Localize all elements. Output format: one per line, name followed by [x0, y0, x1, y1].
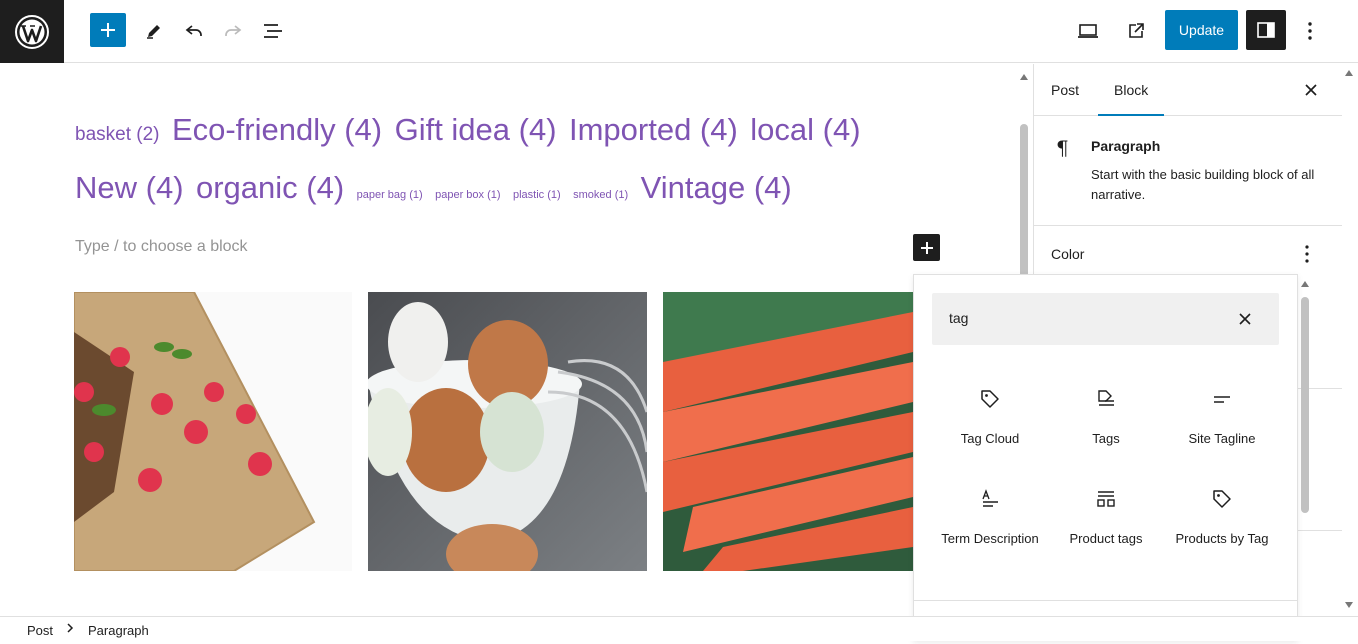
tag-cloud-block[interactable]: basket (2) Eco-friendly (4) Gift idea (4…	[75, 104, 875, 221]
block-breadcrumb: Post Paragraph	[0, 616, 1358, 641]
preview-button[interactable]	[1070, 14, 1106, 48]
plus-icon	[101, 23, 115, 37]
close-icon	[1239, 313, 1251, 325]
block-result-term-description[interactable]: Term Description	[932, 475, 1048, 575]
tags-icon	[1094, 387, 1118, 411]
inline-add-block-button[interactable]	[913, 234, 940, 261]
tagline-icon	[1210, 387, 1234, 411]
paragraph-icon: ¶	[1056, 136, 1069, 160]
block-result-label: Tags	[1092, 431, 1120, 446]
more-vertical-icon	[1305, 245, 1309, 263]
tools-button[interactable]	[136, 14, 172, 48]
update-button[interactable]: Update	[1165, 10, 1238, 50]
gallery-image-raspberries[interactable]	[74, 292, 352, 571]
pencil-icon	[147, 25, 160, 39]
sidebar-icon	[1257, 22, 1275, 38]
tab-post[interactable]: Post	[1051, 64, 1079, 116]
wordpress-logo-button[interactable]	[0, 0, 64, 63]
tag-cloud-link[interactable]: paper bag (1)	[357, 189, 423, 201]
block-result-label: Tag Cloud	[960, 431, 1020, 446]
term-description-icon	[978, 487, 1002, 511]
tag-cloud-link[interactable]: smoked (1)	[573, 189, 628, 201]
block-result-label: Products by Tag	[1175, 531, 1269, 546]
inserter-scrollbar[interactable]	[1299, 277, 1311, 639]
gallery-image-eggs[interactable]	[368, 292, 647, 571]
undo-icon	[185, 25, 202, 36]
block-search-input[interactable]: tag	[932, 293, 1279, 345]
tag-cloud-link[interactable]: Imported (4)	[569, 112, 738, 147]
list-view-icon	[264, 24, 282, 38]
laptop-icon	[1078, 24, 1098, 38]
clear-search-button[interactable]	[1233, 307, 1257, 331]
tag-cloud-link[interactable]: basket (2)	[75, 124, 159, 145]
editor-canvas[interactable]: basket (2) Eco-friendly (4) Gift idea (4…	[0, 64, 1032, 616]
tag-cloud-link[interactable]: local (4)	[750, 112, 860, 147]
tag-cloud-link[interactable]: Eco-friendly (4)	[172, 112, 382, 147]
undo-button[interactable]	[176, 14, 212, 48]
products-by-tag-icon	[1210, 487, 1234, 511]
block-inserter-toggle-button[interactable]	[90, 13, 126, 47]
tag-cloud-link[interactable]: Gift idea (4)	[395, 112, 557, 147]
block-result-label: Product tags	[1069, 531, 1143, 546]
block-title: Paragraph	[1091, 138, 1161, 154]
chevron-right-icon	[65, 622, 75, 637]
breadcrumb-item-paragraph[interactable]: Paragraph	[88, 623, 149, 638]
block-result-products-by-tag[interactable]: Products by Tag	[1164, 475, 1280, 575]
block-result-label: Site Tagline	[1188, 431, 1256, 446]
view-post-button[interactable]	[1118, 14, 1154, 48]
plus-icon	[920, 241, 933, 254]
color-options-button[interactable]	[1304, 244, 1316, 264]
sidebar-scrollbar[interactable]	[1342, 66, 1356, 616]
redo-button[interactable]	[215, 14, 251, 48]
block-result-product-tags[interactable]: Product tags	[1048, 475, 1164, 575]
tag-cloud-link[interactable]: organic (4)	[196, 170, 344, 205]
tag-cloud-link[interactable]: Vintage (4)	[641, 170, 792, 205]
breadcrumb-item-post[interactable]: Post	[27, 623, 53, 638]
external-link-icon	[1129, 23, 1144, 38]
paragraph-placeholder[interactable]: Type / to choose a block	[75, 238, 248, 256]
redo-icon	[225, 25, 242, 36]
product-tags-icon	[1094, 487, 1118, 511]
search-value: tag	[949, 310, 969, 326]
more-vertical-icon	[1308, 22, 1312, 40]
document-overview-button[interactable]	[255, 14, 291, 48]
sidebar-tabs: Post Block	[1034, 64, 1342, 116]
settings-toggle-button[interactable]	[1246, 10, 1286, 50]
block-description: Start with the basic building block of a…	[1091, 167, 1315, 202]
tag-cloud-link[interactable]: New (4)	[75, 170, 184, 205]
close-sidebar-button[interactable]	[1301, 80, 1321, 100]
inserter-divider	[914, 600, 1297, 601]
wordpress-logo-icon	[15, 14, 49, 49]
block-result-label: Term Description	[941, 531, 1039, 546]
editor-header: Update	[0, 0, 1358, 63]
tag-cloud-link[interactable]: paper box (1)	[435, 189, 500, 201]
tab-block[interactable]: Block	[1098, 64, 1165, 116]
block-inserter-popover: tag Tag Cloud Tags Site Tagline Term Des…	[913, 274, 1298, 641]
block-result-tags[interactable]: Tags	[1048, 375, 1164, 475]
block-card: ¶ Paragraph Start with the basic buildin…	[1034, 116, 1342, 226]
block-result-tag-cloud[interactable]: Tag Cloud	[932, 375, 1048, 475]
block-result-site-tagline[interactable]: Site Tagline	[1164, 375, 1280, 475]
options-menu-button[interactable]	[1292, 14, 1328, 48]
close-icon	[1305, 84, 1317, 96]
gallery-image-carrots[interactable]	[663, 292, 913, 571]
tag-icon	[978, 387, 1002, 411]
color-panel-title: Color	[1051, 246, 1085, 262]
tag-cloud-link[interactable]: plastic (1)	[513, 189, 561, 201]
